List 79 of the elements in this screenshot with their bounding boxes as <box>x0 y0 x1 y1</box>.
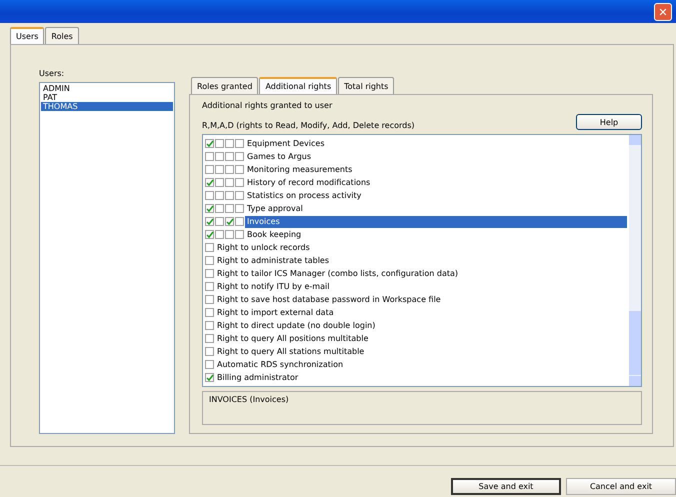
checkbox[interactable] <box>215 139 224 148</box>
tab[interactable]: Users <box>10 27 44 44</box>
checkbox[interactable] <box>205 191 214 200</box>
checkbox[interactable] <box>205 217 214 226</box>
checkbox[interactable] <box>205 295 214 304</box>
users-label: Users: <box>39 69 66 78</box>
checkbox[interactable] <box>225 191 234 200</box>
user-item[interactable]: THOMAS <box>41 102 173 111</box>
checkbox[interactable] <box>235 165 244 174</box>
user-item[interactable]: ADMIN <box>41 84 173 93</box>
dialog-button[interactable]: Cancel and exit <box>566 478 676 495</box>
checkbox[interactable] <box>235 139 244 148</box>
checkbox[interactable] <box>205 308 214 317</box>
user-item[interactable]: PAT <box>41 93 173 102</box>
right-item[interactable]: Invoices <box>245 216 627 228</box>
checkbox[interactable] <box>205 243 214 252</box>
tab[interactable]: Additional rights <box>259 77 338 94</box>
checkbox[interactable] <box>225 139 234 148</box>
right-item[interactable]: Right to import external data <box>215 306 336 318</box>
checkbox[interactable] <box>215 165 224 174</box>
right-item[interactable]: Right to save host database password in Workspace file <box>215 294 443 306</box>
checkbox[interactable] <box>205 178 214 187</box>
checkbox[interactable] <box>215 191 224 200</box>
checkbox[interactable] <box>235 152 244 161</box>
checkbox[interactable] <box>225 230 234 239</box>
checkbox[interactable] <box>205 282 214 291</box>
checkbox[interactable] <box>215 204 224 213</box>
scrollbar[interactable] <box>629 135 641 386</box>
right-item[interactable]: Right to unlock records <box>215 242 312 254</box>
checkbox[interactable] <box>205 360 214 369</box>
checkbox[interactable] <box>205 230 214 239</box>
checkbox[interactable] <box>225 165 234 174</box>
right-item[interactable]: Right to notify ITU by e-mail <box>215 280 332 292</box>
checkbox[interactable] <box>215 230 224 239</box>
right-item[interactable]: Billing administrator <box>215 372 300 384</box>
checkbox[interactable] <box>215 178 224 187</box>
checkbox[interactable] <box>215 152 224 161</box>
right-item[interactable]: Statistics on process activity <box>245 190 364 202</box>
checkbox[interactable] <box>205 204 214 213</box>
right-item[interactable]: Monitoring measurements <box>245 164 354 176</box>
tab[interactable]: Roles granted <box>191 77 258 94</box>
heading-text: Additional rights granted to user <box>202 101 334 110</box>
help-button[interactable]: Help <box>576 114 642 130</box>
legend-text: R,M,A,D (rights to Read, Modify, Add, Delete records) <box>202 121 414 130</box>
description-box: INVOICES (Invoices) <box>202 391 642 425</box>
checkbox[interactable] <box>225 152 234 161</box>
checkbox[interactable] <box>235 204 244 213</box>
checkbox[interactable] <box>205 373 214 382</box>
checkbox[interactable] <box>225 217 234 226</box>
checkbox[interactable] <box>205 321 214 330</box>
checkbox[interactable] <box>205 269 214 278</box>
checkbox[interactable] <box>215 217 224 226</box>
checkbox[interactable] <box>235 178 244 187</box>
right-item[interactable]: Automatic RDS synchronization <box>215 358 346 370</box>
right-item[interactable]: History of record modifications <box>245 176 372 188</box>
checkbox[interactable] <box>235 191 244 200</box>
right-item[interactable]: Equipment Devices <box>245 138 326 150</box>
tab[interactable]: Roles <box>45 27 79 44</box>
right-item[interactable]: Right to direct update (no double login) <box>215 320 378 332</box>
checkbox[interactable] <box>235 217 244 226</box>
tab[interactable]: Total rights <box>338 77 394 94</box>
right-item[interactable]: Right to tailor ICS Manager (combo lists, configuration data) <box>215 268 460 280</box>
right-item[interactable]: Right to query All positions multitable <box>215 332 370 344</box>
checkbox[interactable] <box>205 256 214 265</box>
checkbox[interactable] <box>235 230 244 239</box>
right-item[interactable]: Games to Argus <box>245 150 314 162</box>
right-item[interactable]: Right to administrate tables <box>215 254 331 266</box>
checkbox[interactable] <box>205 139 214 148</box>
checkbox[interactable] <box>225 204 234 213</box>
checkbox[interactable] <box>205 334 214 343</box>
checkbox[interactable] <box>205 165 214 174</box>
right-item[interactable]: Right to query All stations multitable <box>215 346 366 358</box>
close-button[interactable]: ✕ <box>654 2 672 20</box>
right-item[interactable]: Type approval <box>245 202 305 214</box>
checkbox[interactable] <box>205 347 214 356</box>
right-item[interactable]: Book keeping <box>245 228 304 240</box>
checkbox[interactable] <box>225 178 234 187</box>
checkbox[interactable] <box>205 152 214 161</box>
dialog-button[interactable]: Save and exit <box>451 478 561 495</box>
